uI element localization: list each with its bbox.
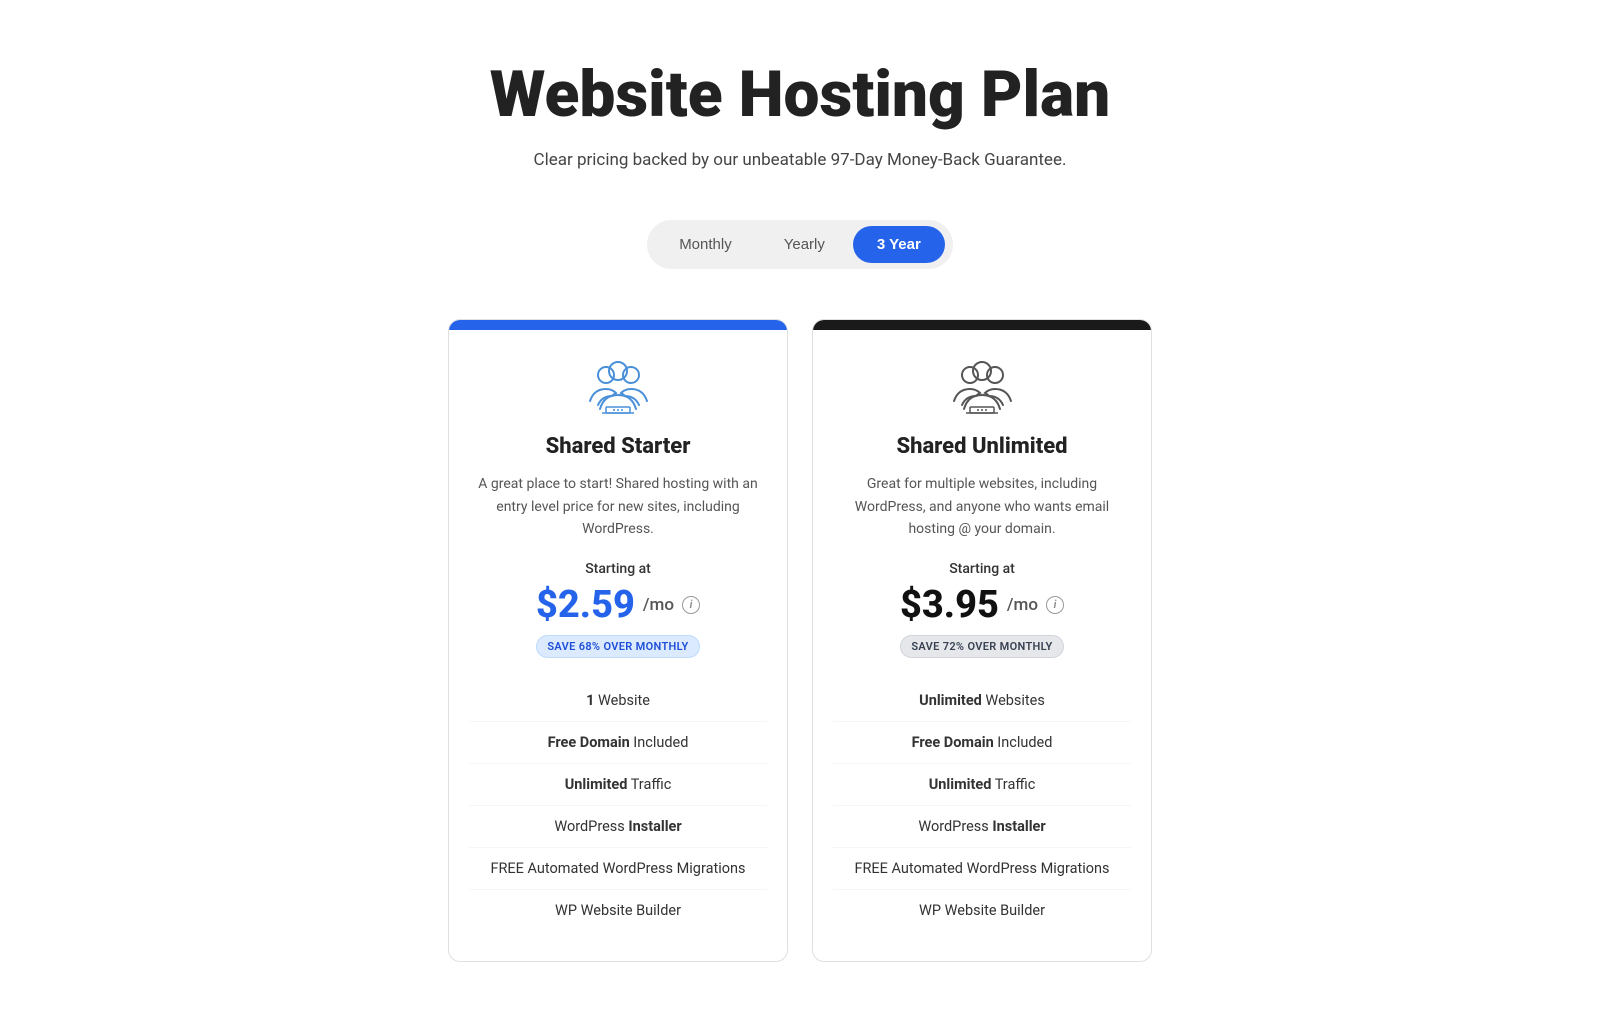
unlimited-help-icon[interactable]: i bbox=[1046, 596, 1064, 614]
feature-traffic-unlimited: Unlimited Traffic bbox=[833, 764, 1131, 806]
feature-domain: Free Domain Included bbox=[469, 722, 767, 764]
toggle-monthly[interactable]: Monthly bbox=[655, 226, 756, 263]
page-title: Website Hosting Plan bbox=[490, 60, 1110, 130]
unlimited-starting-at: Starting at bbox=[949, 561, 1015, 577]
feature-websites-unlimited: Unlimited Websites bbox=[833, 680, 1131, 722]
starter-plan-name: Shared Starter bbox=[546, 434, 691, 459]
starter-description: A great place to start! Shared hosting w… bbox=[449, 473, 787, 540]
starter-help-icon[interactable]: i bbox=[682, 596, 700, 614]
starter-features: 1 Website Free Domain Included Unlimited… bbox=[449, 680, 787, 931]
unlimited-plan-name: Shared Unlimited bbox=[896, 434, 1067, 459]
plan-card-unlimited: Shared Unlimited Great for multiple webs… bbox=[812, 319, 1152, 961]
page-subtitle: Clear pricing backed by our unbeatable 9… bbox=[534, 150, 1067, 170]
feature-builder-unlimited: WP Website Builder bbox=[833, 890, 1131, 931]
unlimited-features: Unlimited Websites Free Domain Included … bbox=[813, 680, 1151, 931]
unlimited-icon bbox=[947, 358, 1017, 418]
unlimited-description: Great for multiple websites, including W… bbox=[813, 473, 1151, 540]
starter-starting-at: Starting at bbox=[585, 561, 651, 577]
feature-domain-unlimited: Free Domain Included bbox=[833, 722, 1131, 764]
feature-traffic: Unlimited Traffic bbox=[469, 764, 767, 806]
feature-wp-installer-unlimited: WordPress Installer bbox=[833, 806, 1131, 848]
starter-icon bbox=[583, 358, 653, 418]
toggle-3year[interactable]: 3 Year bbox=[853, 226, 945, 263]
billing-toggle: Monthly Yearly 3 Year bbox=[647, 220, 953, 269]
unlimited-price: $3.95 bbox=[900, 583, 999, 627]
plan-card-starter: Shared Starter A great place to start! S… bbox=[448, 319, 788, 961]
plans-container: Shared Starter A great place to start! S… bbox=[250, 319, 1350, 961]
starter-save-badge: SAVE 68% OVER MONTHLY bbox=[536, 635, 699, 658]
feature-websites: 1 Website bbox=[469, 680, 767, 722]
starter-price-row: $2.59 /mo i bbox=[536, 583, 700, 627]
unlimited-period: /mo bbox=[1007, 595, 1038, 615]
feature-migrations: FREE Automated WordPress Migrations bbox=[469, 848, 767, 890]
unlimited-save-badge: SAVE 72% OVER MONTHLY bbox=[900, 635, 1063, 658]
unlimited-price-row: $3.95 /mo i bbox=[900, 583, 1064, 627]
toggle-yearly[interactable]: Yearly bbox=[760, 226, 849, 263]
feature-builder: WP Website Builder bbox=[469, 890, 767, 931]
starter-period: /mo bbox=[643, 595, 674, 615]
feature-wp-installer: WordPress Installer bbox=[469, 806, 767, 848]
feature-migrations-unlimited: FREE Automated WordPress Migrations bbox=[833, 848, 1131, 890]
unlimited-header-bar bbox=[813, 320, 1151, 330]
starter-header-bar bbox=[449, 320, 787, 330]
starter-price: $2.59 bbox=[536, 583, 635, 627]
